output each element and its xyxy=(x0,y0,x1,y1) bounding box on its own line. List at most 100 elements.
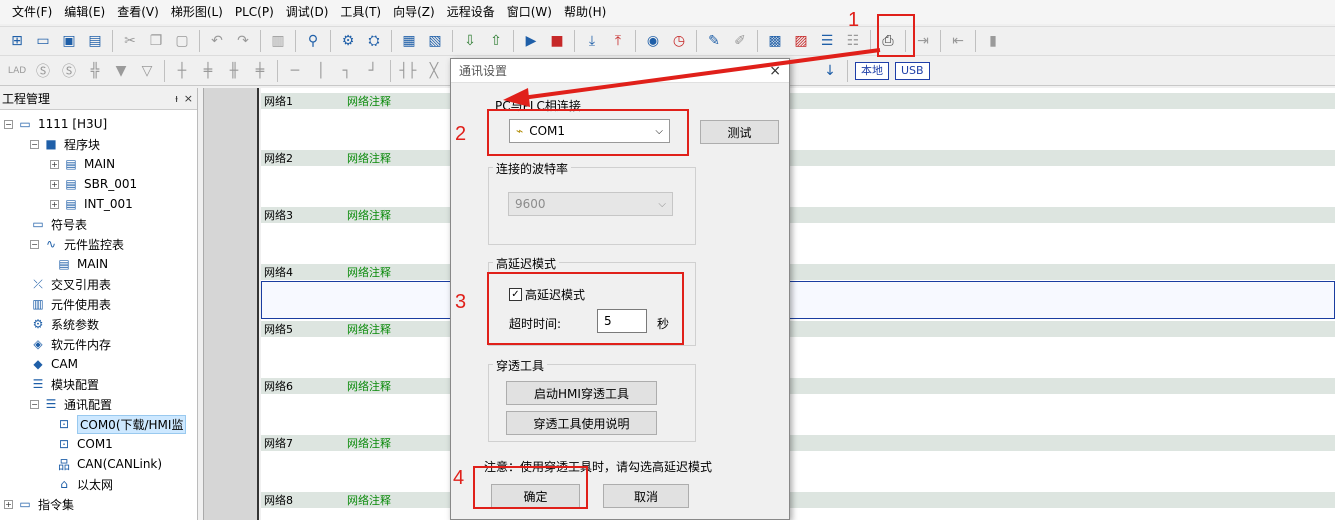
menu-tools[interactable]: 工具(T) xyxy=(334,0,387,24)
menu-debug[interactable]: 调试(D) xyxy=(280,0,335,24)
nc-contact-icon[interactable]: ╳ xyxy=(423,60,445,82)
down-outline-icon[interactable]: ▽ xyxy=(136,60,158,82)
menu-help[interactable]: 帮助(H) xyxy=(558,0,612,24)
grid-delete-icon[interactable]: ▨ xyxy=(790,30,812,52)
sfc-icon[interactable]: Ⓢ xyxy=(32,60,54,82)
run-icon[interactable]: ▶ xyxy=(520,30,542,52)
tree-item[interactable]: + ▤ MAIN xyxy=(50,154,115,174)
rung-comment[interactable]: 网络注释 xyxy=(347,435,391,451)
menu-ladder[interactable]: 梯形图(L) xyxy=(165,0,229,24)
save-all-icon[interactable]: ▤ xyxy=(84,30,106,52)
ladder-editor[interactable]: 网络1 网络注释 网络2 网络注释 网络3 网络注释 网络4 网络注释 网络5 网络注释 网络6 网络… xyxy=(261,88,1335,520)
usb-button[interactable]: USB xyxy=(895,62,930,80)
tree-item[interactable]: ⊡ COM1 xyxy=(56,434,113,454)
tree-item[interactable]: − ∿ 元件监控表 xyxy=(30,234,124,254)
window-icon[interactable]: ▦ xyxy=(398,30,420,52)
corner2-icon[interactable]: ┘ xyxy=(362,60,384,82)
tree-item[interactable]: − ☰ 通讯配置 xyxy=(30,394,112,414)
rung-header[interactable]: 网络1 网络注释 xyxy=(261,93,1335,109)
panel-icon[interactable]: ▮ xyxy=(982,30,1004,52)
lad-icon[interactable]: LAD xyxy=(6,60,28,82)
tree-item[interactable]: ⌂ 以太网 xyxy=(56,474,113,494)
tree-item[interactable]: ◆ CAM xyxy=(30,354,78,374)
delete-icon[interactable]: ▥ xyxy=(267,30,289,52)
tree-item[interactable]: − ■ 程序块 xyxy=(30,134,100,154)
redo-icon[interactable]: ↷ xyxy=(232,30,254,52)
cut-icon[interactable]: ✂ xyxy=(119,30,141,52)
menu-window[interactable]: 窗口(W) xyxy=(501,0,558,24)
tree-item[interactable]: − ▭ 1111 [H3U] xyxy=(4,114,107,134)
local-button[interactable]: 本地 xyxy=(855,62,889,80)
rung-comment[interactable]: 网络注释 xyxy=(347,321,391,337)
rung-comment[interactable]: 网络注释 xyxy=(347,207,391,223)
rung-comment[interactable]: 网络注释 xyxy=(347,492,391,508)
edit-check-icon[interactable]: ✎ xyxy=(703,30,725,52)
branch2-icon[interactable]: ╪ xyxy=(197,60,219,82)
menu-remote[interactable]: 远程设备 xyxy=(441,0,501,24)
build-icon[interactable]: ⛭ xyxy=(363,30,385,52)
tree-item[interactable]: ▥ 元件使用表 xyxy=(30,294,111,314)
selected-rung-cell[interactable] xyxy=(261,281,1335,319)
collapse-icon[interactable]: − xyxy=(4,119,13,129)
write-icon[interactable]: ✐ xyxy=(729,30,751,52)
open-folder-icon[interactable]: ▭ xyxy=(32,30,54,52)
pin-icon[interactable]: ᵼ xyxy=(175,92,177,105)
export-icon[interactable]: ⇤ xyxy=(947,30,969,52)
expand-icon[interactable]: + xyxy=(50,199,59,209)
tree-item[interactable]: ⊡ COM0(下载/HMI监 xyxy=(56,414,187,434)
collapse-icon[interactable]: − xyxy=(30,239,39,249)
menu-file[interactable]: 文件(F) xyxy=(6,0,58,24)
menu-edit[interactable]: 编辑(E) xyxy=(58,0,111,24)
tree-item[interactable]: ◈ 软元件内存 xyxy=(30,334,111,354)
close-icon[interactable]: × xyxy=(184,92,193,105)
passthrough-help-button[interactable]: 穿透工具使用说明 xyxy=(506,411,657,435)
window-cascade-icon[interactable]: ▧ xyxy=(424,30,446,52)
vline-icon[interactable]: │ xyxy=(310,60,332,82)
down-icon[interactable]: ↓ xyxy=(819,60,841,82)
test-button[interactable]: 测试 xyxy=(700,120,779,144)
tree-item[interactable]: ▤ MAIN xyxy=(56,254,108,274)
tree-item[interactable]: ⤫ 交叉引用表 xyxy=(30,274,111,294)
rung-header[interactable]: 网络8 网络注释 xyxy=(261,492,1335,508)
hline-icon[interactable]: ─ xyxy=(284,60,306,82)
baud-select[interactable]: 9600 ⌵ xyxy=(508,192,673,216)
upload-program-icon[interactable]: ⇧ xyxy=(485,30,507,52)
timer-icon[interactable]: ◷ xyxy=(668,30,690,52)
save-icon[interactable]: ▣ xyxy=(58,30,80,52)
rung-header[interactable]: 网络3 网络注释 xyxy=(261,207,1335,223)
rung-comment[interactable]: 网络注释 xyxy=(347,93,391,109)
branch-icon[interactable]: ┼ xyxy=(171,60,193,82)
tree-item[interactable]: + ▤ SBR_001 xyxy=(50,174,137,194)
monitor-icon[interactable]: ◉ xyxy=(642,30,664,52)
tree-item[interactable]: 品 CAN(CANLink) xyxy=(56,454,162,474)
rung-header[interactable]: 网络5 网络注释 xyxy=(261,321,1335,337)
expand-icon[interactable]: + xyxy=(50,159,59,169)
down-arrow-icon[interactable]: ▼ xyxy=(110,60,132,82)
menu-wizard[interactable]: 向导(Z) xyxy=(387,0,441,24)
align-disabled-icon[interactable]: ☷ xyxy=(842,30,864,52)
undo-icon[interactable]: ↶ xyxy=(206,30,228,52)
tree-item[interactable]: ☰ 模块配置 xyxy=(30,374,99,394)
tree-item[interactable]: ▭ 符号表 xyxy=(30,214,87,234)
stop-icon[interactable]: ■ xyxy=(546,30,568,52)
new-file-icon[interactable]: ⊞ xyxy=(6,30,28,52)
download-icon[interactable]: ⤓ xyxy=(581,30,603,52)
paste-icon[interactable]: ▢ xyxy=(171,30,193,52)
rung-comment[interactable]: 网络注释 xyxy=(347,378,391,394)
cancel-button[interactable]: 取消 xyxy=(603,484,689,508)
copy-icon[interactable]: ❐ xyxy=(145,30,167,52)
dialog-close-icon[interactable]: × xyxy=(769,63,781,79)
menu-view[interactable]: 查看(V) xyxy=(111,0,165,24)
expand-icon[interactable]: + xyxy=(50,179,59,189)
rung-comment[interactable]: 网络注释 xyxy=(347,150,391,166)
grid-icon[interactable]: ▩ xyxy=(764,30,786,52)
import-icon[interactable]: ⇥ xyxy=(912,30,934,52)
compile-icon[interactable]: ⚙ xyxy=(337,30,359,52)
tree-item[interactable]: ⚙ 系统参数 xyxy=(30,314,99,334)
branch3-icon[interactable]: ╫ xyxy=(223,60,245,82)
rung-header[interactable]: 网络2 网络注释 xyxy=(261,150,1335,166)
rung-comment[interactable]: 网络注释 xyxy=(347,264,391,280)
download-program-icon[interactable]: ⇩ xyxy=(459,30,481,52)
start-hmi-passthrough-button[interactable]: 启动HMI穿透工具 xyxy=(506,381,657,405)
rung-header[interactable]: 网络7 网络注释 xyxy=(261,435,1335,451)
